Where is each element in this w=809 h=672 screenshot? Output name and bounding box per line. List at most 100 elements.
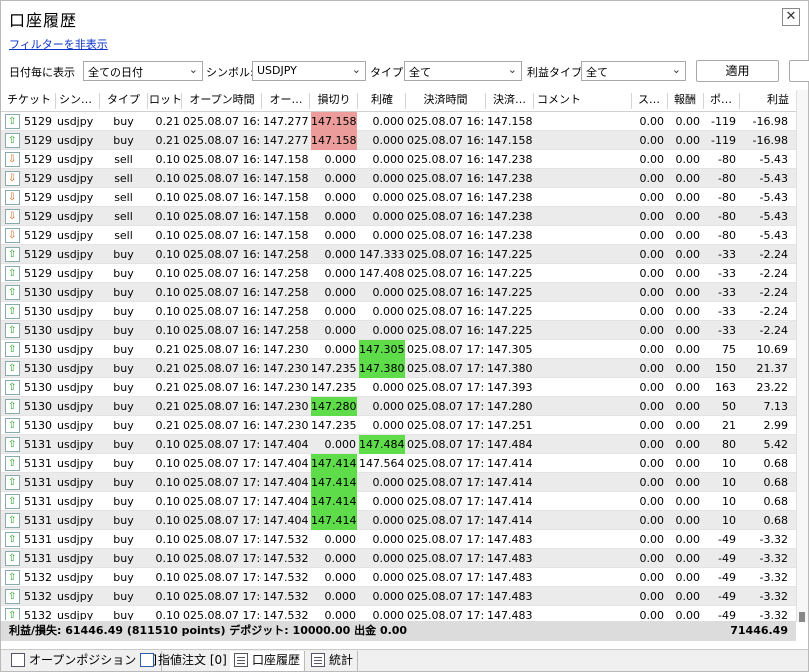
column-divider[interactable] — [357, 93, 358, 109]
cell-open-price: 147.230 — [263, 419, 309, 432]
column-header-points[interactable]: ポ… — [705, 90, 737, 112]
table-row[interactable]: ⇧ 5130 usdjpy buy 0.10025.08.07 16:53147.258… — [1, 302, 796, 321]
column-divider[interactable] — [703, 93, 704, 109]
table-row[interactable]: ⇧ 5130 usdjpy buy 0.21025.08.07 16:54147.230… — [1, 397, 796, 416]
column-header-commission[interactable]: 報酬 — [669, 90, 701, 112]
cell-lot: 0.10 — [155, 153, 181, 166]
column-header-profit[interactable]: 利益 — [741, 90, 789, 112]
column-divider[interactable] — [485, 93, 486, 109]
table-row[interactable]: ⇧ 5130 usdjpy buy 0.10025.08.07 16:53147.258… — [1, 321, 796, 340]
cell-commission: 0.00 — [675, 438, 701, 451]
cell-close-time: 025.08.07 16:44 — [407, 115, 484, 128]
hide-filter-link[interactable]: フィルターを非表示 — [9, 36, 108, 52]
cell-comment — [535, 606, 629, 620]
cell-take-profit: 147.484 — [359, 435, 405, 454]
table-row[interactable]: ⇧ 5131 usdjpy buy 0.10025.08.07 17:17147.404… — [1, 473, 796, 492]
column-header-take-profit[interactable]: 利確 — [359, 90, 405, 112]
column-header-ticket[interactable]: チケット — [7, 90, 53, 112]
cell-take-profit: 0.000 — [372, 115, 405, 128]
arrow-up-icon: ⇧ — [8, 287, 17, 298]
table-row[interactable]: ⇧ 5131 usdjpy buy 0.10025.08.07 17:40147.532… — [1, 549, 796, 568]
cell-close-price: 147.225 — [487, 324, 532, 337]
cell-points: -49 — [718, 609, 736, 620]
table-row[interactable]: ⇧ 5129 usdjpy buy 0.21025.08.07 16:39147.277… — [1, 131, 796, 150]
cell-profit: 0.68 — [763, 476, 789, 489]
column-header-lot[interactable]: ロット — [149, 90, 181, 112]
column-divider[interactable] — [405, 93, 406, 109]
column-divider[interactable] — [533, 93, 534, 109]
table-row[interactable]: ⇧ 5130 usdjpy buy 0.21025.08.07 16:54147.230… — [1, 340, 796, 359]
column-divider[interactable] — [631, 93, 632, 109]
table-row[interactable]: ⇧ 5130 usdjpy buy 0.21025.08.07 16:54147.230… — [1, 416, 796, 435]
cell-close-time: 025.08.07 17:08 — [407, 362, 484, 375]
cell-profit: 5.42 — [763, 438, 789, 451]
period-select[interactable]: 全ての日付 ⌄ — [83, 61, 203, 81]
table-row[interactable]: ⇧ 5131 usdjpy buy 0.10025.08.07 17:17147.404… — [1, 492, 796, 511]
column-divider[interactable] — [739, 93, 740, 109]
table-row[interactable]: ⇩ 5129 usdjpy sell 0.10025.08.07 16:44147.15… — [1, 207, 796, 226]
cell-close-price: 147.483 — [487, 552, 532, 565]
cell-comment — [535, 226, 629, 245]
tab-pending-orders[interactable]: 指値注文 [0] — [136, 651, 232, 671]
table-row[interactable]: ⇩ 5129 usdjpy sell 0.10025.08.07 16:44147.15… — [1, 169, 796, 188]
table-row[interactable]: ⇧ 5131 usdjpy buy 0.10025.08.07 17:17147.404… — [1, 454, 796, 473]
cell-type: buy — [113, 514, 134, 527]
cell-open-price: 147.258 — [263, 305, 309, 318]
cell-type: sell — [114, 229, 133, 242]
close-button[interactable]: ✕ — [782, 8, 800, 26]
table-row[interactable]: ⇧ 5130 usdjpy buy 0.21025.08.07 16:54147.230… — [1, 359, 796, 378]
vertical-scrollbar[interactable] — [796, 90, 808, 622]
column-header-symbol[interactable]: シン… — [59, 90, 101, 112]
column-divider[interactable] — [99, 93, 100, 109]
column-divider[interactable] — [147, 93, 148, 109]
table-row[interactable]: ⇧ 5129 usdjpy buy 0.10025.08.07 16:53147.258… — [1, 245, 796, 264]
column-divider[interactable] — [309, 93, 310, 109]
cell-commission: 0.00 — [675, 400, 701, 413]
cell-lot: 0.10 — [155, 229, 181, 242]
table-row[interactable]: ⇩ 5129 usdjpy sell 0.10025.08.07 16:44147.15… — [1, 226, 796, 245]
column-header-open-price[interactable]: オー… — [263, 90, 309, 112]
column-header-swap[interactable]: ス… — [633, 90, 665, 112]
table-row[interactable]: ⇧ 5129 usdjpy buy 0.21025.08.07 16:39147.277… — [1, 112, 796, 131]
column-header-close-price[interactable]: 決済… — [487, 90, 532, 112]
column-divider[interactable] — [55, 93, 56, 109]
table-row[interactable]: ⇧ 5130 usdjpy buy 0.21025.08.07 16:54147.230… — [1, 378, 796, 397]
column-header-type[interactable]: タイプ — [101, 90, 146, 112]
column-divider[interactable] — [261, 93, 262, 109]
table-row[interactable]: ⇧ 5132 usdjpy buy 0.10025.08.07 17:40147.532… — [1, 568, 796, 587]
column-header-close-time[interactable]: 決済時間 — [407, 90, 484, 112]
apply-button[interactable]: 適用 — [696, 60, 779, 82]
cell-ticket: 5132 — [24, 590, 52, 603]
cell-ticket: 5130 — [24, 362, 52, 375]
table-row[interactable]: ⇩ 5129 usdjpy sell 0.10025.08.07 16:44147.15… — [1, 150, 796, 169]
cell-take-profit: 0.000 — [372, 305, 405, 318]
column-header-stop-loss[interactable]: 損切り — [311, 90, 357, 112]
type-select[interactable]: 全て ⌄ — [404, 61, 522, 81]
column-header-comment[interactable]: コメント — [537, 90, 631, 112]
table-row[interactable]: ⇧ 5131 usdjpy buy 0.10025.08.07 17:17147.404… — [1, 435, 796, 454]
column-divider[interactable] — [667, 93, 668, 109]
cell-lot: 0.10 — [155, 191, 181, 204]
profit-type-select[interactable]: 全て ⌄ — [581, 61, 686, 81]
table-row[interactable]: ⇧ 5132 usdjpy buy 0.10025.08.07 17:40147.532… — [1, 587, 796, 606]
table-row[interactable]: ⇧ 5131 usdjpy buy 0.10025.08.07 17:17147.404… — [1, 511, 796, 530]
tab-statistics[interactable]: 統計 — [307, 651, 359, 671]
table-row[interactable]: ⇧ 5130 usdjpy buy 0.10025.08.07 16:53147.258… — [1, 283, 796, 302]
column-divider[interactable] — [181, 93, 182, 109]
table-row[interactable]: ⇧ 5131 usdjpy buy 0.10025.08.07 17:40147.532… — [1, 530, 796, 549]
table-icon — [234, 653, 248, 667]
table-row[interactable]: ⇧ 5132 usdjpy buy 0.10025.08.07 17:40147.532… — [1, 606, 796, 620]
extra-button[interactable] — [789, 60, 809, 82]
scrollbar-thumb[interactable] — [799, 612, 805, 622]
column-header-open-time[interactable]: オープン時間 — [183, 90, 261, 112]
table-row[interactable]: ⇧ 5129 usdjpy buy 0.10025.08.07 16:53147.258… — [1, 264, 796, 283]
tab-account-history[interactable]: 口座履歴 — [230, 651, 306, 671]
cell-open-time: 025.08.07 16:53 — [183, 286, 261, 299]
arrow-up-icon: ⇧ — [8, 325, 17, 336]
cell-swap: 0.00 — [639, 514, 665, 527]
cell-stop-loss: 147.235 — [311, 362, 357, 375]
buy-deal-icon: ⇧ — [5, 494, 20, 509]
symbol-select[interactable]: USDJPY ⌄ — [252, 61, 366, 81]
cell-close-price: 147.483 — [487, 609, 532, 620]
table-row[interactable]: ⇩ 5129 usdjpy sell 0.10025.08.07 16:44147.15… — [1, 188, 796, 207]
